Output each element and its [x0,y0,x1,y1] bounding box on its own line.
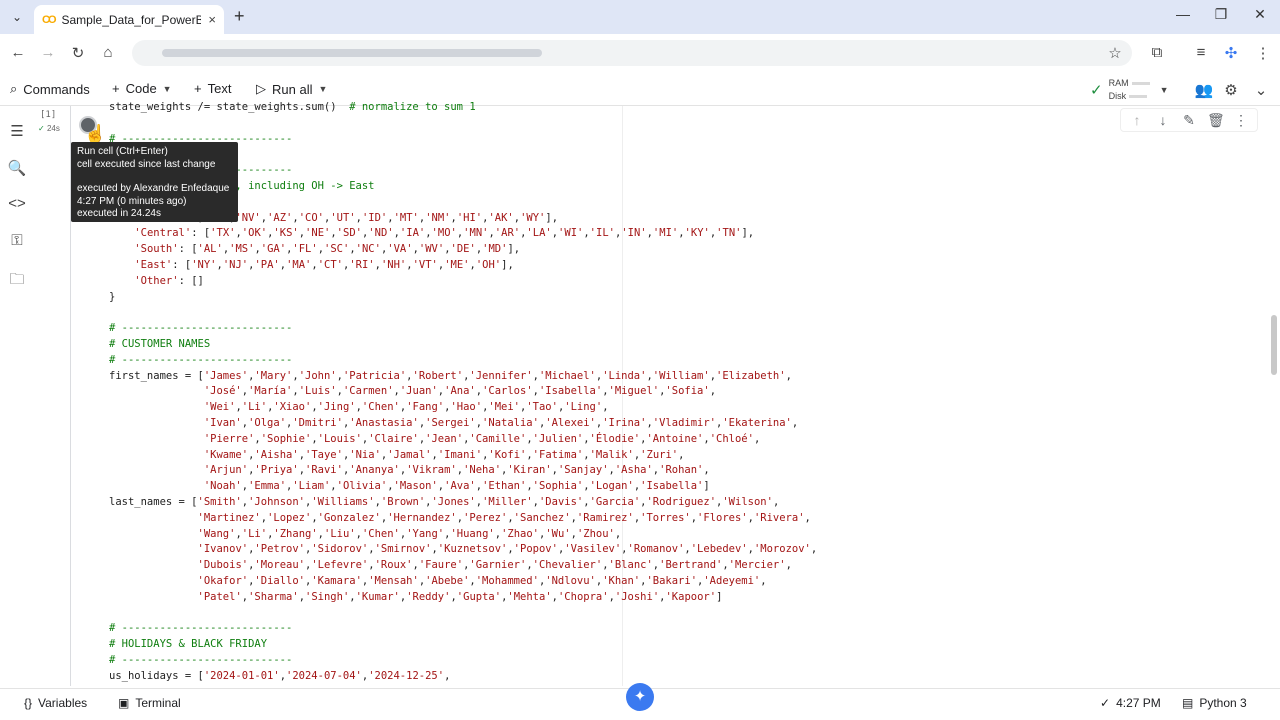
chevron-down-icon[interactable]: ⌄ [1250,81,1272,99]
url-input[interactable] [132,40,1132,66]
arrow-up-icon[interactable]: ↑ [1129,112,1145,128]
tooltip-line: Run cell (Ctrl+Enter) [77,146,168,157]
commands-button[interactable]: ⌕ Commands [10,81,90,97]
star-icon[interactable]: ☆ [1104,44,1126,62]
status-time: 4:27 PM [1116,696,1161,710]
execution-time-label: 24s [46,124,60,133]
browser-tab[interactable]: CO Sample_Data_for_PowerBI_MVP × [34,5,224,34]
run-all-label: Run all [272,81,313,97]
check-icon: ✓ [38,124,45,133]
folder-icon[interactable]: 🗀 [7,269,27,294]
window-close-button[interactable]: ✕ [1245,6,1275,23]
blurred-url [162,49,542,57]
kernel-icon: ▤ [1182,696,1194,710]
toc-icon[interactable]: ☰ [7,122,27,140]
search-icon: ⌕ [10,81,18,96]
tab-search-dropdown-icon[interactable]: ⌄ [6,6,28,28]
minimize-button[interactable]: — [1168,6,1198,22]
chevron-down-icon[interactable]: ▼ [1160,85,1169,95]
tab-title: Sample_Data_for_PowerBI_MVP [61,12,202,27]
cell-toolbar: ↑ ↓ ✎ 🗑 ⋮ [1120,108,1258,132]
check-icon: ✓ [1090,82,1103,99]
text-label: Text [207,81,232,96]
kernel-indicator[interactable]: ▤ Python 3 [1182,696,1247,710]
home-icon[interactable]: ⌂ [98,44,118,61]
extension-puzzle-icon[interactable]: ✣ [1220,44,1242,62]
colab-logo: CO [42,13,56,26]
plus-icon: + [112,81,120,96]
ram-disk-meter: RAM Disk [1109,77,1150,103]
plus-icon: + [194,81,202,96]
more-icon[interactable]: ⋮ [1233,112,1249,129]
tooltip-line: executed by Alexandre Enfedaque [77,183,230,194]
execution-time: ✓ 24s [38,124,60,133]
restore-button[interactable]: ❐ [1206,6,1236,23]
ram-bar [1131,82,1150,86]
execution-status[interactable]: ✓ 4:27 PM [1100,696,1161,710]
more-icon[interactable]: ⋮ [1252,44,1274,62]
terminal-label: Terminal [135,696,181,710]
play-icon: ▷ [256,81,266,96]
edit-icon[interactable]: ✎ [1181,112,1197,129]
cast-icon[interactable]: ≡ [1190,44,1212,61]
tooltip-line: cell executed since last change [77,158,216,170]
commands-label: Commands [23,81,90,97]
gear-icon[interactable]: ⚙ [1220,81,1242,99]
disk-label: Disk [1108,91,1127,101]
search-icon[interactable]: 🔍 [7,159,27,177]
run-cell-tooltip: Run cell (Ctrl+Enter) cell executed sinc… [71,142,238,222]
tooltip-line: 4:27 PM (0 minutes ago) [77,195,187,207]
code-icon[interactable]: <> [7,195,27,212]
code-label: Code [125,81,157,96]
check-icon: ✓ [1100,696,1111,710]
left-rail: ☰ 🔍 <> ⚿ 🗀 [0,106,34,686]
scrollbar-thumb[interactable] [1271,315,1277,375]
key-icon[interactable]: ⚿ [7,232,27,249]
run-all-button[interactable]: ▷ Run all ▼ [256,81,327,97]
arrow-down-icon[interactable]: ↓ [1155,112,1171,128]
terminal-button[interactable]: ▣ Terminal [118,696,181,710]
reload-icon[interactable]: ↻ [68,44,88,62]
ram-label: RAM [1108,78,1129,88]
braces-icon: {} [24,696,33,710]
gemini-icon[interactable]: ✦ [626,683,654,711]
chevron-down-icon[interactable]: ▼ [318,84,327,94]
variables-label: Variables [38,696,88,710]
people-icon[interactable]: 👥 [1193,81,1215,99]
execution-count: [1] [40,110,57,120]
resources-indicator[interactable]: ✓ RAM Disk ▼ [1090,77,1169,103]
tab-close-icon[interactable]: × [208,12,216,27]
browser-tabstrip: ⌄ CO Sample_Data_for_PowerBI_MVP × + — ❐… [0,0,1280,34]
tooltip-line: executed in 24.24s [77,208,161,219]
extensions-icon[interactable]: ⧉ [1146,44,1168,61]
add-code-button[interactable]: + Code ▼ [112,81,172,96]
add-text-button[interactable]: + Text [194,81,231,96]
new-tab-button[interactable]: + [234,6,245,27]
tooltip-spacer [77,171,232,183]
forward-icon[interactable]: → [38,44,58,61]
terminal-icon: ▣ [118,696,130,710]
chevron-down-icon[interactable]: ▼ [163,84,172,94]
kernel-label: Python 3 [1199,696,1247,710]
back-icon[interactable]: ← [8,44,28,61]
variables-button[interactable]: {} Variables [24,696,87,710]
disk-bar [1129,95,1148,99]
delete-icon[interactable]: 🗑 [1207,112,1225,129]
